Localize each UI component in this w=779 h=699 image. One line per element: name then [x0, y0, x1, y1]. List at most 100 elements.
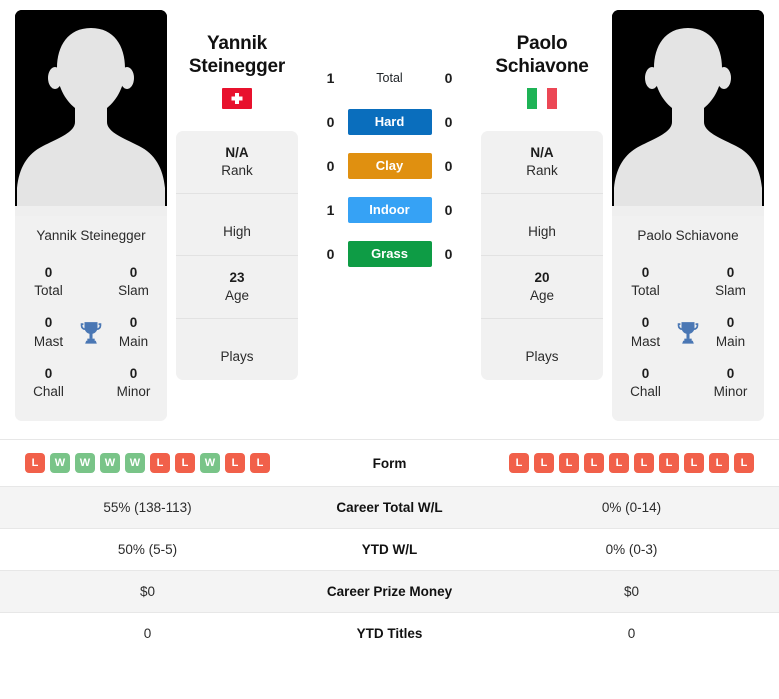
left-high-value — [180, 207, 294, 223]
h2h-row-grass: 0 Grass 0 — [307, 241, 472, 267]
left-trophy-mast-value: 0 — [44, 315, 53, 331]
h2h-left-score-total: 1 — [326, 70, 335, 86]
form-badge-win: W — [75, 453, 95, 474]
right-rank-label: Rank — [526, 162, 558, 178]
form-badge-loss: L — [559, 453, 579, 474]
left-trophy-total-label: Total — [34, 283, 63, 299]
left-player-first-name: Yannik — [206, 33, 268, 54]
h2h-right-score-clay: 0 — [444, 158, 453, 174]
right-trophy-total: 0 Total — [620, 264, 671, 300]
left-trophy-slam-value: 0 — [129, 265, 138, 280]
right-player-card: Paolo Schiavone 0 Total 0 Slam 0 Mast 0 … — [612, 10, 764, 422]
h2h-right-score-indoor: 0 — [444, 202, 453, 218]
left-info-age: 23 Age — [176, 254, 298, 318]
h2h-left-score-grass: 0 — [326, 246, 335, 262]
right-info-age: 20 Age — [481, 254, 603, 318]
left-player-identity: Yannik Steinegger N/A Rank High 23 Age P… — [176, 10, 298, 380]
form-badge-loss: L — [175, 453, 195, 474]
right-value-ytd_wl: 0% (0-3) — [605, 542, 658, 558]
form-badge-loss: L — [684, 453, 704, 474]
form-badge-loss: L — [634, 453, 654, 474]
right-trophy-grid: 0 Total 0 Slam 0 Mast 0 Main 0 Chall 0 M… — [612, 256, 764, 422]
stat-label-form: Form — [372, 455, 407, 471]
right-trophy-slam-label: Slam — [715, 283, 746, 299]
right-high-label: High — [528, 224, 556, 240]
form-badge-win: W — [50, 453, 70, 474]
right-age-label: Age — [529, 287, 555, 303]
left-player-last-name: Steinegger — [188, 56, 286, 78]
right-player-name: Paolo Schiavone — [481, 32, 603, 78]
right-value-career_total_wl: 0% (0-14) — [601, 500, 662, 516]
form-badge-loss: L — [250, 453, 270, 474]
right-age-value: 20 — [534, 269, 550, 285]
right-player-identity: Paolo Schiavone N/A Rank High 20 Age Pla… — [481, 10, 603, 380]
right-trophy-row-mast-main: 0 Mast 0 Main — [620, 306, 756, 356]
right-trophy-mast-value: 0 — [641, 315, 650, 331]
table-row: 0 YTD Titles 0 — [0, 612, 779, 655]
left-high-label: High — [223, 224, 251, 240]
left-avatar-name-label: Yannik Steinegger — [15, 216, 167, 256]
right-info-card: N/A Rank High 20 Age Plays — [481, 131, 603, 380]
right-info-rank: N/A Rank — [481, 131, 603, 193]
right-trophy-main: 0 Main — [705, 314, 756, 350]
left-trophy-mast-label: Mast — [33, 333, 64, 349]
h2h-row-hard: 0 Hard 0 — [307, 109, 472, 135]
table-row: 55% (138-113) Career Total W/L 0% (0-14) — [0, 486, 779, 529]
left-plays-label: Plays — [220, 349, 254, 365]
head-to-head-panel: 1 Total 0 0 Hard 0 0 Clay 0 1 Indoor 0 0 Grass 0 — [307, 10, 472, 267]
right-player-avatar — [612, 10, 764, 216]
h2h-left-score-clay: 0 — [326, 158, 335, 174]
form-badge-win: W — [100, 453, 120, 474]
left-trophy-main-value: 0 — [129, 315, 138, 331]
form-badge-win: W — [125, 453, 145, 474]
right-trophy-minor-label: Minor — [713, 384, 748, 400]
trophy-icon — [74, 320, 108, 346]
h2h-surface-label-hard: Hard — [347, 109, 432, 135]
left-info-card: N/A Rank High 23 Age Plays — [176, 131, 298, 380]
right-trophy-mast: 0 Mast — [620, 314, 671, 350]
left-trophy-minor: 0 Minor — [108, 365, 159, 401]
left-player-avatar — [15, 10, 167, 216]
left-plays-value — [180, 332, 294, 348]
left-value-career_prize_money: $0 — [139, 584, 156, 600]
h2h-row-indoor: 1 Indoor 0 — [307, 197, 472, 223]
left-rank-label: Rank — [221, 162, 253, 178]
left-trophy-slam: 0 Slam — [108, 264, 159, 300]
h2h-surface-label-grass: Grass — [347, 241, 432, 267]
right-trophy-chall: 0 Chall — [620, 365, 671, 401]
left-info-rank: N/A Rank — [176, 131, 298, 193]
right-trophy-main-label: Main — [715, 333, 746, 349]
right-player-last-name: Schiavone — [495, 56, 589, 78]
right-trophy-total-label: Total — [631, 283, 660, 299]
trophy-icon — [671, 320, 705, 346]
form-badge-loss: L — [150, 453, 170, 474]
right-flag-wrap — [481, 88, 603, 110]
right-info-high: High — [481, 193, 603, 255]
h2h-surface-label-total: Total — [376, 71, 403, 85]
left-trophy-row-total-slam: 0 Total 0 Slam — [23, 256, 159, 306]
h2h-row-total: 1 Total 0 — [307, 65, 472, 91]
h2h-row-clay: 0 Clay 0 — [307, 153, 472, 179]
stat-label-career_prize_money: Career Prize Money — [326, 584, 453, 600]
stat-label-ytd_titles: YTD Titles — [356, 626, 423, 642]
left-trophy-chall: 0 Chall — [23, 365, 74, 401]
left-value-form: LWWWWLLWLL — [0, 440, 295, 487]
switzerland-flag-icon — [222, 88, 252, 110]
left-player-name: Yannik Steinegger — [176, 32, 298, 78]
left-trophy-grid: 0 Total 0 Slam 0 Mast 0 Main 0 Chall 0 M… — [15, 256, 167, 422]
right-player-first-name: Paolo — [516, 33, 568, 54]
form-badge-win: W — [200, 453, 220, 474]
h2h-right-score-hard: 0 — [444, 114, 453, 130]
left-trophy-main-label: Main — [118, 333, 149, 349]
left-trophy-mast: 0 Mast — [23, 314, 74, 350]
right-trophy-mast-label: Mast — [630, 333, 661, 349]
form-badge-loss: L — [534, 453, 554, 474]
right-value-career_prize_money: $0 — [623, 584, 640, 600]
stat-label-career_total_wl: Career Total W/L — [336, 500, 443, 516]
form-badge-loss: L — [734, 453, 754, 474]
h2h-left-score-indoor: 1 — [326, 202, 335, 218]
right-trophy-chall-label: Chall — [630, 384, 661, 400]
form-badge-loss: L — [659, 453, 679, 474]
left-flag-wrap — [176, 88, 298, 110]
right-info-plays: Plays — [481, 318, 603, 380]
